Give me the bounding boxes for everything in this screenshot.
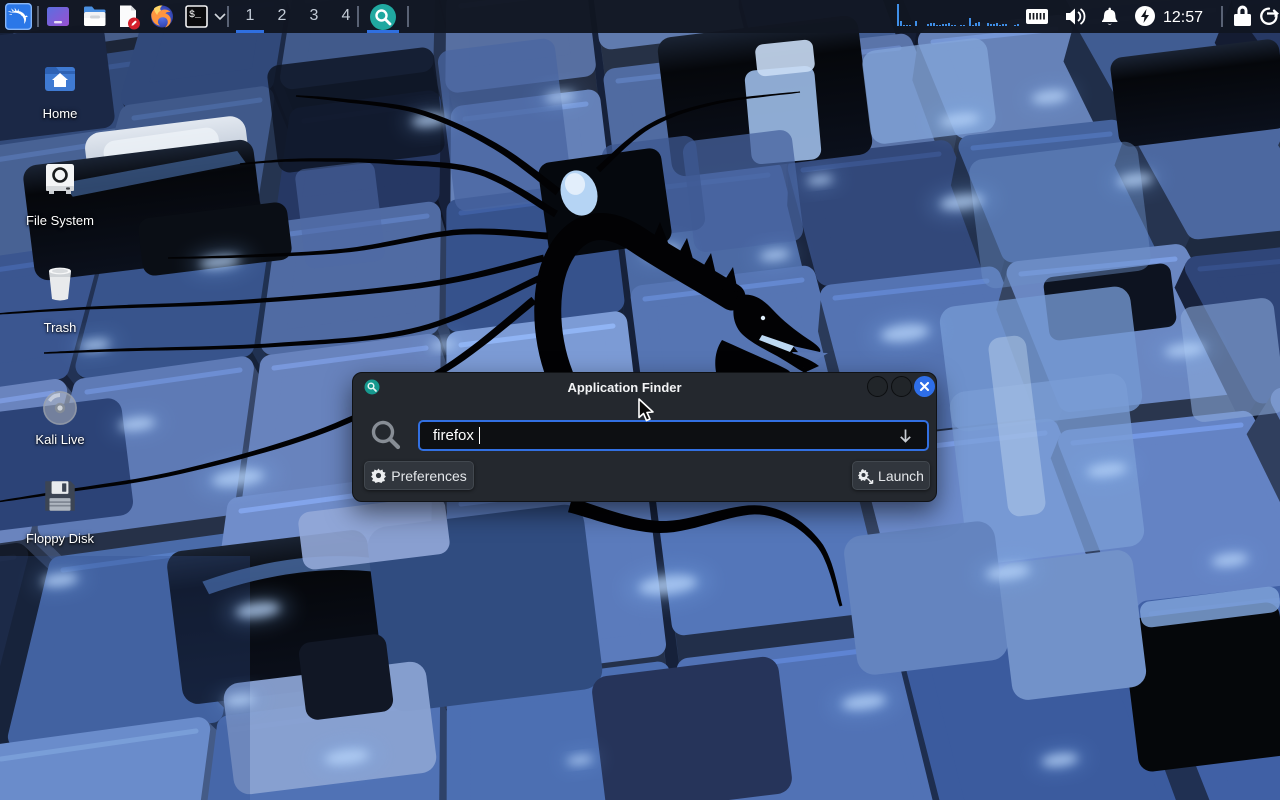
- svg-text:12:57: 12:57: [1163, 9, 1203, 26]
- svg-text:$_: $_: [189, 9, 202, 21]
